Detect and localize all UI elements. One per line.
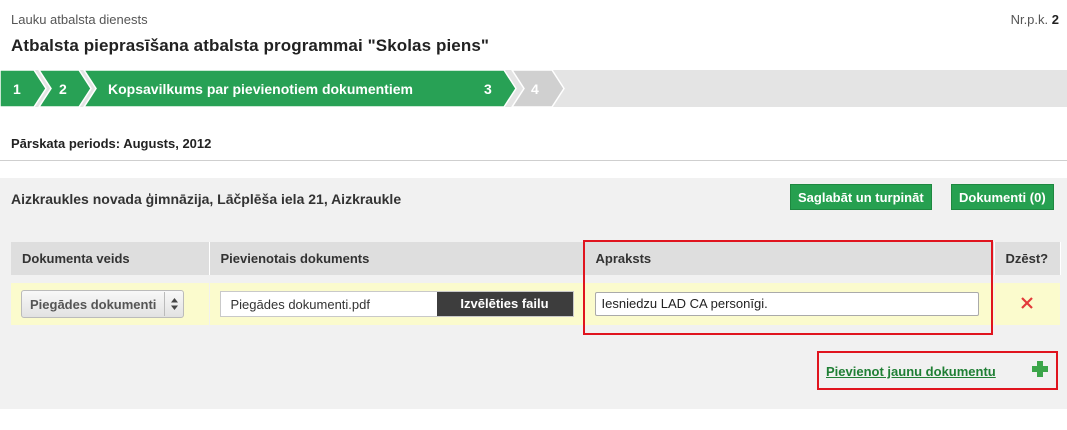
- doc-type-select[interactable]: Piegādes dokumenti: [21, 290, 185, 318]
- step-2[interactable]: 2: [59, 70, 67, 107]
- choose-file-button[interactable]: Izvēlēties failu: [436, 292, 573, 316]
- record-number-value: 2: [1051, 12, 1059, 27]
- period-label: Pārskata periods: Augusts, 2012: [11, 136, 212, 151]
- save-continue-button[interactable]: Saglabāt un turpināt: [790, 184, 932, 210]
- agency-name: Lauku atbalsta dienests: [11, 12, 148, 27]
- page-title: Atbalsta pieprasīšana atbalsta programma…: [11, 36, 490, 55]
- documents-button[interactable]: Dokumenti (0): [951, 184, 1054, 210]
- column-header-doc-type: Dokumenta veids: [11, 242, 210, 279]
- wizard-stepper: 1 2 Kopsavilkums par pievienotiem dokume…: [0, 70, 1067, 107]
- step-current-label: Kopsavilkums par pievienotiem dokumentie…: [108, 80, 413, 97]
- doc-type-cell: Piegādes dokumenti: [11, 275, 210, 325]
- file-cell: Piegādes dokumenti.pdf Izvēlēties failu: [209, 275, 585, 325]
- description-highlight-box: [583, 240, 993, 335]
- divider: [0, 160, 1067, 161]
- select-arrows-icon: [164, 292, 183, 316]
- record-number: Nr.p.k. 2: [1011, 12, 1059, 27]
- step-1[interactable]: 1: [13, 70, 21, 107]
- file-name: Piegādes dokumenti.pdf: [230, 296, 370, 312]
- column-header-attached-doc: Pievienotais dokuments: [209, 242, 585, 279]
- file-input[interactable]: Piegādes dokumenti.pdf Izvēlēties failu: [219, 291, 574, 317]
- record-number-label: Nr.p.k.: [1010, 12, 1049, 27]
- add-link-highlight-box: [817, 351, 1058, 390]
- step-4[interactable]: 4: [531, 70, 539, 107]
- delete-cell: [994, 275, 1061, 325]
- column-header-delete: Dzēst?: [994, 242, 1061, 279]
- school-name: Aizkraukles novada ģimnāzija, Lāčplēša i…: [11, 191, 402, 207]
- close-icon[interactable]: [1020, 293, 1034, 315]
- step-3[interactable]: 3: [484, 70, 492, 107]
- doc-type-value: Piegādes dokumenti: [30, 296, 157, 312]
